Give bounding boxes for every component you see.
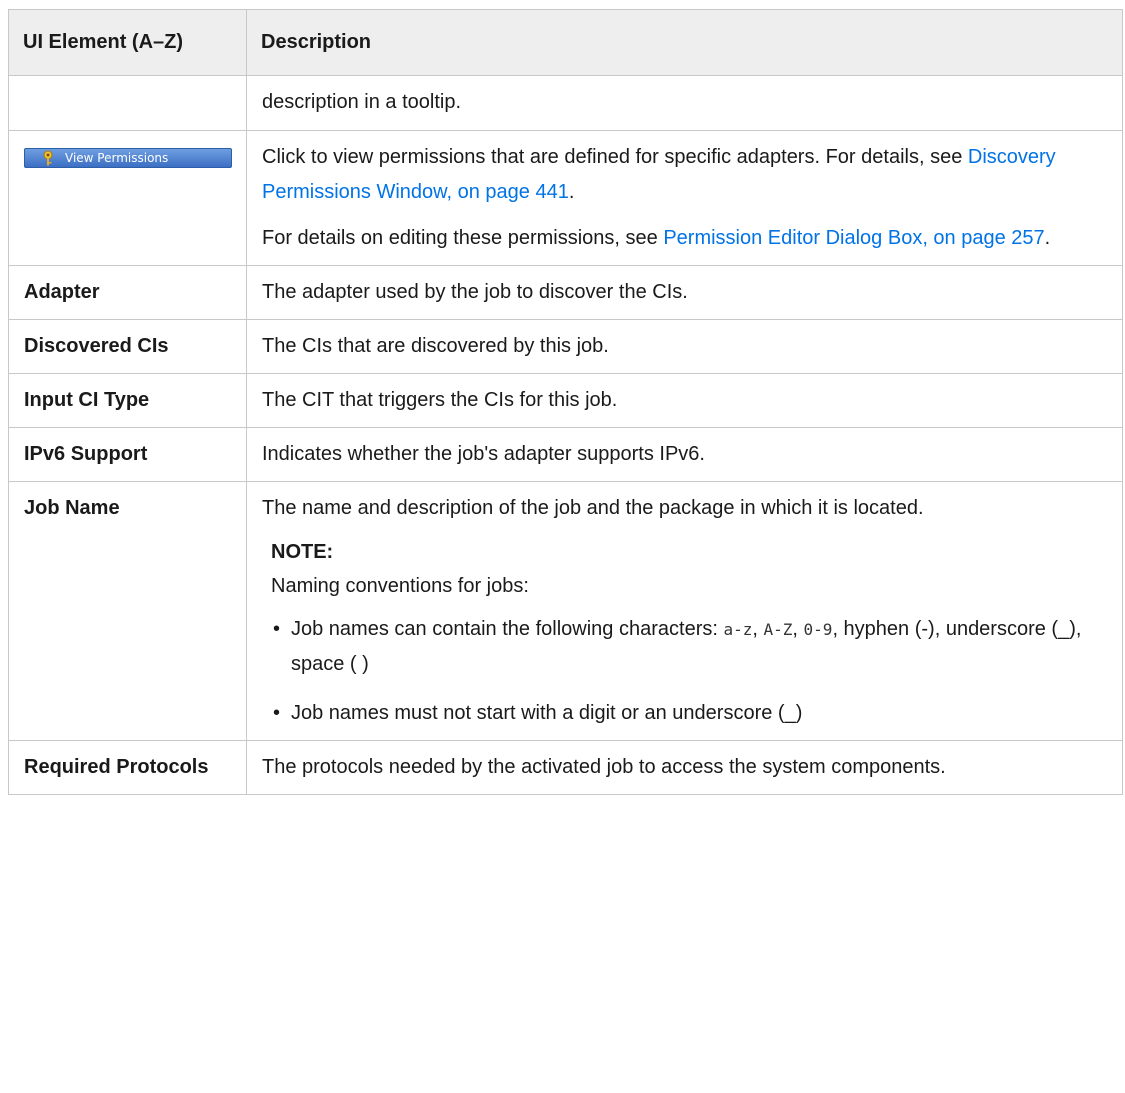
description-text: . [568, 181, 575, 203]
row-name: Adapter [8, 265, 247, 320]
ui-elements-table: UI Element (A–Z) Description description… [8, 9, 1123, 795]
table-row: IPv6 Support Indicates whether the job's… [8, 427, 1123, 482]
description-text: . [1044, 227, 1051, 249]
row-description: The CIs that are discovered by this job. [246, 319, 1123, 374]
separator: , [792, 618, 804, 640]
table-header-row: UI Element (A–Z) Description [8, 9, 1123, 76]
code-range: A-Z [763, 620, 793, 639]
bullet-icon: • [273, 702, 281, 724]
view-permissions-button[interactable]: View Permissions [24, 148, 232, 168]
list-item: • Job names must not start with a digit … [271, 696, 1108, 731]
table-row: Input CI Type The CIT that triggers the … [8, 373, 1123, 428]
description-text: Click to view permissions that are defin… [262, 146, 968, 168]
row-name: Job Name [8, 481, 247, 741]
row-description: description in a tooltip. [246, 75, 1123, 131]
row-name: Input CI Type [8, 373, 247, 428]
table-row: Job Name The name and description of the… [8, 481, 1123, 741]
note-body: Naming conventions for jobs: [271, 575, 529, 597]
row-description: The adapter used by the job to discover … [246, 265, 1123, 320]
table-row: Discovered CIs The CIs that are discover… [8, 319, 1123, 374]
table-row: Adapter The adapter used by the job to d… [8, 265, 1123, 320]
description-text: The name and description of the job and … [262, 497, 924, 519]
table-row: Required Protocols The protocols needed … [8, 740, 1123, 795]
code-range: a-z [723, 620, 753, 639]
row-name: IPv6 Support [8, 427, 247, 482]
bullet-text: Job names must not start with a digit or… [291, 702, 803, 724]
view-permissions-label: View Permissions [65, 151, 169, 165]
row-description: Indicates whether the job's adapter supp… [246, 427, 1123, 482]
list-item: • Job names can contain the following ch… [271, 612, 1108, 682]
row-description: The CIT that triggers the CIs for this j… [246, 373, 1123, 428]
column-header-ui-element: UI Element (A–Z) [8, 9, 247, 76]
row-description: The name and description of the job and … [246, 481, 1123, 741]
row-name: View Permissions [8, 130, 247, 266]
key-icon [43, 150, 53, 166]
row-name: Required Protocols [8, 740, 247, 795]
code-range: 0-9 [803, 620, 833, 639]
permission-editor-link[interactable]: Permission Editor Dialog Box, on page 25… [663, 227, 1044, 249]
table-row: View Permissions Click to view permissio… [8, 130, 1123, 266]
row-description: Click to view permissions that are defin… [246, 130, 1123, 266]
note-block: NOTE: Naming conventions for jobs: • Job… [271, 535, 1108, 731]
description-paragraph: Click to view permissions that are defin… [262, 140, 1108, 210]
row-name [8, 75, 247, 131]
description-paragraph: For details on editing these permissions… [262, 221, 1108, 256]
bullet-text: Job names can contain the following char… [291, 618, 724, 640]
naming-rules-list: • Job names can contain the following ch… [271, 612, 1108, 731]
bullet-icon: • [273, 618, 281, 640]
description-text: For details on editing these permissions… [262, 227, 664, 249]
separator: , [752, 618, 764, 640]
column-header-description: Description [246, 9, 1123, 76]
row-name: Discovered CIs [8, 319, 247, 374]
row-description: The protocols needed by the activated jo… [246, 740, 1123, 795]
table-row: description in a tooltip. [8, 75, 1123, 131]
note-title: NOTE: [271, 541, 334, 563]
